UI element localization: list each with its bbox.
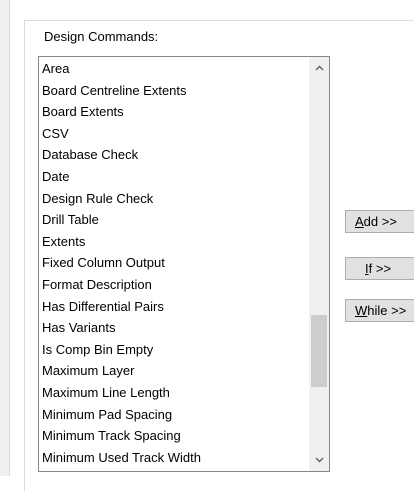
list-item[interactable]: Board Extents [42,101,309,123]
list-item[interactable]: Format Description [42,274,309,296]
list-item[interactable]: Fixed Column Output [42,252,309,274]
list-item[interactable]: Date [42,166,309,188]
list-item[interactable]: Database Check [42,144,309,166]
list-item[interactable]: Design Rule Check [42,188,309,210]
scroll-up-button[interactable] [309,59,329,77]
while-accel: W [355,303,368,318]
add-accel: A [355,214,364,229]
chevron-up-icon [315,65,323,71]
add-label: dd >> [363,214,397,229]
design-commands-label: Design Commands: [44,29,159,44]
panel-left-edge [0,0,10,476]
list-item[interactable]: Board Centreline Extents [42,80,309,102]
while-label: hile >> [367,303,407,318]
scroll-down-button[interactable] [309,451,329,469]
design-commands-listbox[interactable]: Area Board Centreline Extents Board Extent… [38,56,330,472]
if-button[interactable]: If >> [345,257,414,280]
list-item[interactable]: Mount Switch Layer [42,468,309,471]
list-item[interactable]: Is Comp Bin Empty [42,339,309,361]
add-button[interactable]: Add >> [345,210,414,233]
list-item[interactable]: Has Differential Pairs [42,296,309,318]
list-item[interactable]: Extents [42,231,309,253]
list-item[interactable]: Minimum Used Track Width [42,447,309,469]
list-item[interactable]: CSV [42,123,309,145]
list-item[interactable]: Maximum Line Length [42,382,309,404]
list-item[interactable]: Minimum Track Spacing [42,425,309,447]
list-item[interactable]: Area [42,58,309,80]
listbox-scrollbar[interactable] [309,57,329,471]
list-item[interactable]: Minimum Pad Spacing [42,404,309,426]
while-button[interactable]: While >> [345,299,414,322]
list-item[interactable]: Maximum Layer [42,360,309,382]
design-commands-list: Area Board Centreline Extents Board Extent… [42,58,309,471]
scrollbar-thumb[interactable] [311,315,327,387]
list-item[interactable]: Has Variants [42,317,309,339]
if-label: f >> [368,261,392,276]
list-item[interactable]: Drill Table [42,209,309,231]
chevron-down-icon [315,457,323,463]
